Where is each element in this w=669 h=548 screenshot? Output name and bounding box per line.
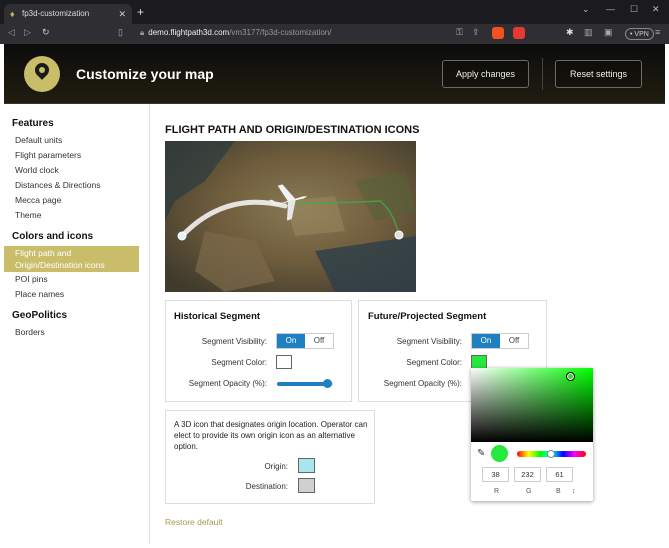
future-visibility-toggle[interactable]: On Off bbox=[471, 333, 529, 349]
restore-default-link[interactable]: Restore default bbox=[165, 517, 223, 527]
map-pin-icon bbox=[32, 60, 52, 80]
share-icon[interactable]: ⇪ bbox=[472, 27, 480, 38]
sidebar-item-flight-parameters[interactable]: Flight parameters bbox=[4, 148, 149, 163]
destination-label: Destination: bbox=[245, 482, 288, 491]
key-icon[interactable]: ⚿ bbox=[456, 27, 463, 38]
eyedropper-icon[interactable]: ✎ bbox=[477, 448, 485, 459]
browser-tab[interactable]: ♦ fp3d-customization ✕ bbox=[4, 4, 132, 24]
green-input[interactable]: 232 bbox=[514, 467, 541, 482]
sidebar-group-colors-icons: Colors and icons bbox=[12, 231, 94, 242]
sidebar-item-world-clock[interactable]: World clock bbox=[4, 163, 149, 178]
map-preview bbox=[165, 141, 416, 292]
mode-toggle-icon[interactable]: ↕ bbox=[572, 488, 576, 495]
future-visibility-off[interactable]: Off bbox=[500, 334, 528, 348]
brave-shield-icon[interactable] bbox=[492, 27, 504, 39]
brave-rewards-icon[interactable] bbox=[513, 27, 525, 39]
origin-icon-description: A 3D icon that designates origin locatio… bbox=[174, 420, 368, 451]
future-opacity-label: Segment Opacity (%): bbox=[383, 379, 462, 388]
green-label: G bbox=[526, 488, 532, 495]
hue-slider[interactable] bbox=[517, 450, 586, 458]
sidebar-group-geopolitics: GeoPolitics bbox=[12, 310, 68, 321]
sidebar-item-flight-path[interactable]: Flight path and Origin/Destination icons bbox=[4, 246, 139, 272]
tab-close-icon[interactable]: ✕ bbox=[118, 4, 126, 24]
sidebar-item-poi-pins[interactable]: POI pins bbox=[4, 272, 149, 287]
historical-opacity-fill bbox=[277, 382, 328, 386]
sidebar-item-distances-directions[interactable]: Distances & Directions bbox=[4, 178, 149, 193]
vpn-button[interactable]: • VPN bbox=[625, 28, 654, 40]
reset-settings-button[interactable]: Reset settings bbox=[555, 60, 642, 88]
sidebar: Features Default units Flight parameters… bbox=[4, 104, 150, 544]
saturation-cursor[interactable] bbox=[566, 372, 575, 381]
color-picker: ✎ 38 232 61 R G B ↕ bbox=[471, 368, 593, 501]
historical-opacity-label: Segment Opacity (%): bbox=[188, 379, 267, 388]
future-color-swatch[interactable] bbox=[471, 355, 487, 369]
browser-tab-title: fp3d-customization bbox=[22, 9, 90, 18]
color-preview bbox=[491, 445, 508, 462]
historical-segment-title: Historical Segment bbox=[174, 311, 261, 322]
forward-icon[interactable]: ▷ bbox=[24, 27, 31, 38]
new-tab-button[interactable]: + bbox=[137, 4, 144, 20]
url-field[interactable]: 🔒︎ demo.flightpath3d.com/vm3177/fp3d-cust… bbox=[140, 28, 331, 38]
sidebar-item-mecca-page[interactable]: Mecca page bbox=[4, 193, 149, 208]
sidebar-item-borders[interactable]: Borders bbox=[4, 325, 149, 340]
red-input[interactable]: 38 bbox=[482, 467, 509, 482]
historical-color-swatch[interactable] bbox=[276, 355, 292, 369]
page-title: Customize your map bbox=[76, 66, 214, 82]
future-visibility-label: Segment Visibility: bbox=[396, 337, 462, 346]
bookmark-icon[interactable]: ▯ bbox=[118, 27, 123, 38]
destination-marker bbox=[394, 230, 404, 240]
blue-input[interactable]: 61 bbox=[546, 467, 573, 482]
location-pin-icon: ♦ bbox=[10, 9, 15, 19]
sidebar-group-features: Features bbox=[12, 118, 54, 129]
lock-icon: 🔒︎ bbox=[140, 28, 145, 37]
window-close-button[interactable]: ✕ bbox=[652, 4, 660, 15]
sidebar-item-default-units[interactable]: Default units bbox=[4, 133, 149, 148]
chevron-down-icon[interactable]: ⌄ bbox=[582, 4, 590, 15]
sidebar-item-theme[interactable]: Theme bbox=[4, 208, 149, 223]
logo bbox=[24, 56, 60, 92]
header-divider bbox=[542, 58, 543, 90]
historical-visibility-label: Segment Visibility: bbox=[201, 337, 267, 346]
minimize-button[interactable]: — bbox=[606, 4, 615, 14]
extensions-icon[interactable]: ✱ bbox=[566, 27, 574, 38]
historical-opacity-slider[interactable] bbox=[277, 379, 333, 388]
historical-visibility-on[interactable]: On bbox=[277, 334, 305, 348]
wallet-icon[interactable]: ▣ bbox=[604, 27, 613, 38]
origin-label: Origin: bbox=[264, 462, 288, 471]
maximize-button[interactable]: ☐ bbox=[630, 4, 638, 15]
origin-marker bbox=[177, 231, 187, 241]
future-segment-title: Future/Projected Segment bbox=[368, 311, 487, 322]
reload-icon[interactable]: ↻ bbox=[42, 27, 50, 38]
address-bar: ◁ ▷ ↻ ▯ 🔒︎ demo.flightpath3d.com/vm3177/f… bbox=[0, 24, 669, 44]
sidebar-item-place-names[interactable]: Place names bbox=[4, 287, 149, 302]
blue-label: B bbox=[556, 488, 561, 495]
satellite-map-image bbox=[165, 141, 416, 292]
sidebar-toggle-icon[interactable]: ▥ bbox=[584, 27, 593, 38]
hue-knob[interactable] bbox=[547, 450, 555, 458]
saturation-value-area[interactable] bbox=[471, 368, 593, 442]
future-visibility-on[interactable]: On bbox=[472, 334, 500, 348]
browser-tab-bar: ♦ fp3d-customization ✕ + ⌄ — ☐ ✕ bbox=[0, 0, 669, 24]
red-label: R bbox=[494, 488, 500, 495]
historical-visibility-off[interactable]: Off bbox=[305, 334, 333, 348]
future-color-label: Segment Color: bbox=[406, 358, 462, 367]
historical-color-label: Segment Color: bbox=[211, 358, 267, 367]
section-title: FLIGHT PATH AND ORIGIN/DESTINATION ICONS bbox=[165, 124, 420, 136]
historical-visibility-toggle[interactable]: On Off bbox=[276, 333, 334, 349]
destination-color-swatch[interactable] bbox=[298, 478, 315, 493]
back-icon[interactable]: ◁ bbox=[8, 27, 15, 38]
origin-color-swatch[interactable] bbox=[298, 458, 315, 473]
menu-icon[interactable]: ≡ bbox=[655, 27, 660, 37]
apply-changes-button[interactable]: Apply changes bbox=[442, 60, 529, 88]
app-header: Customize your map Apply changes Reset s… bbox=[4, 44, 665, 104]
